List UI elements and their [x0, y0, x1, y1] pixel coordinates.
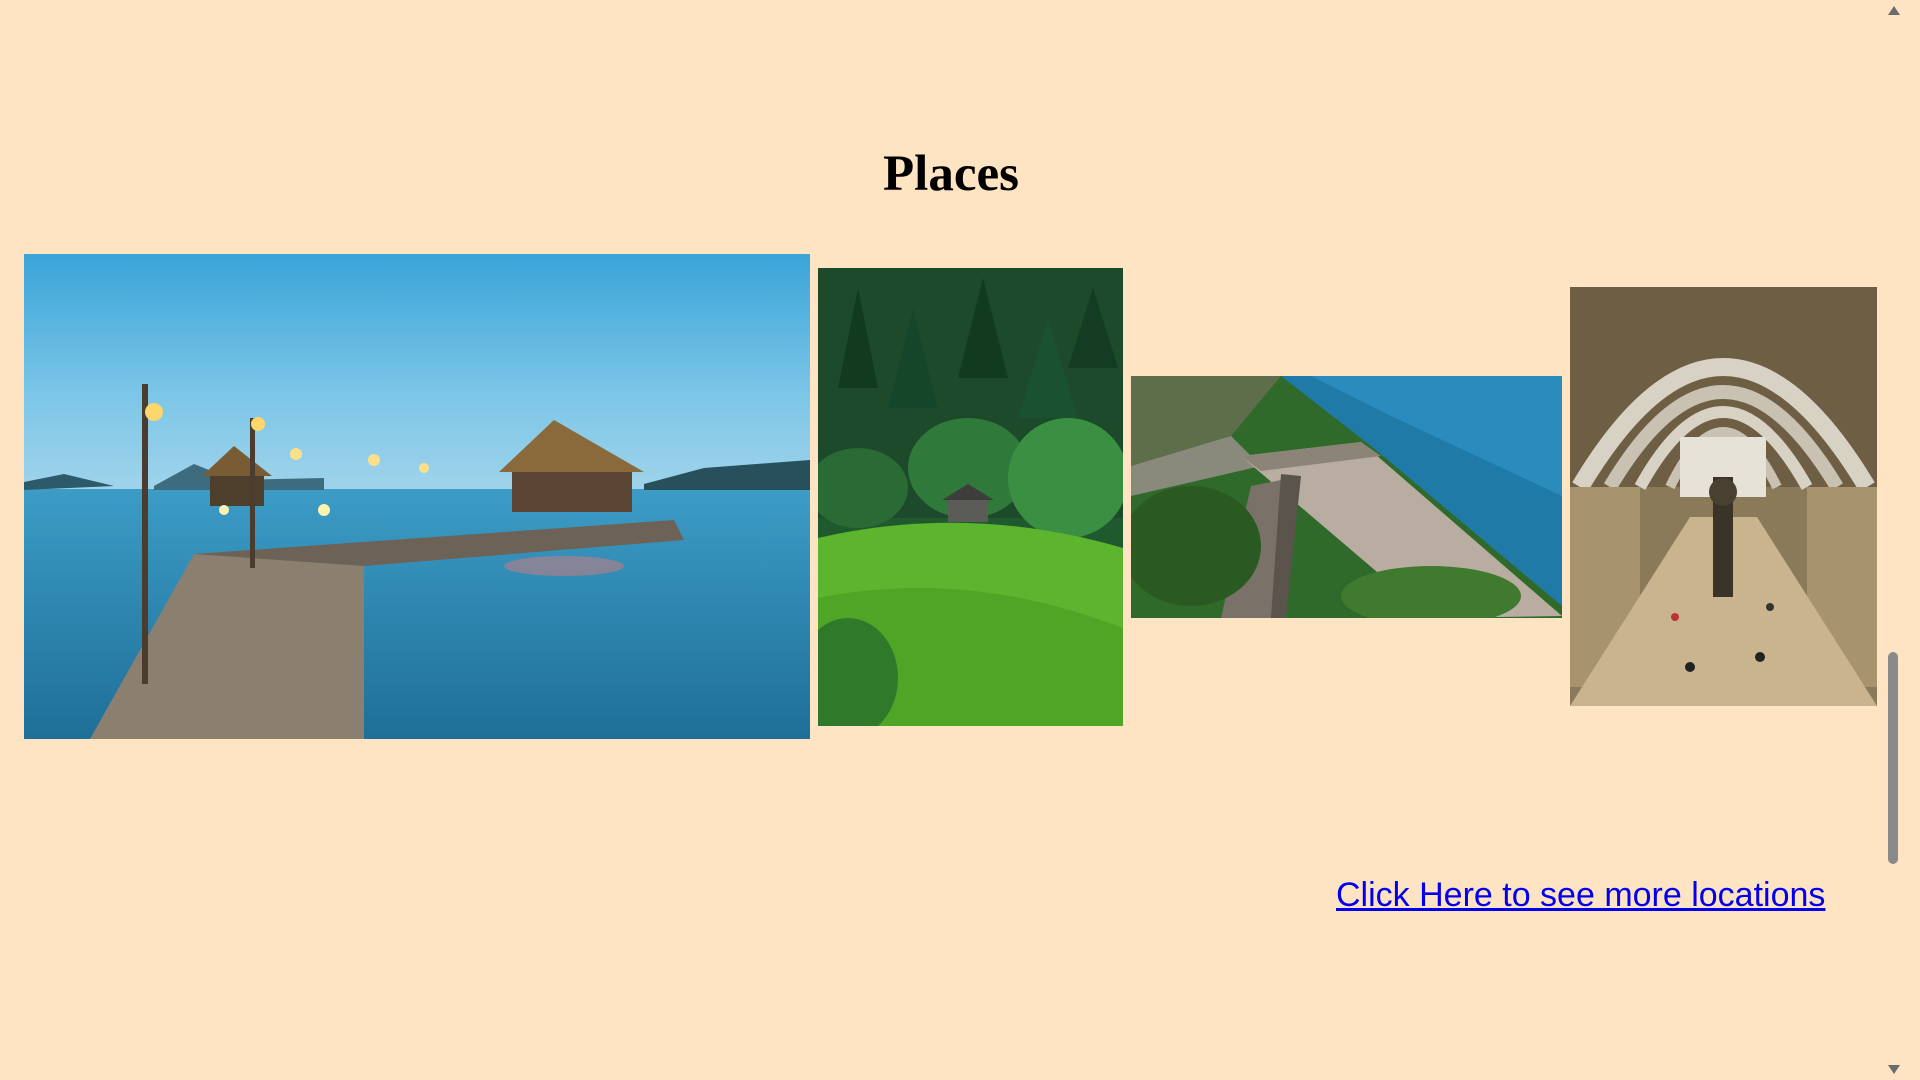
vertical-scrollbar[interactable]: [1884, 0, 1902, 1080]
page-title: Places: [883, 146, 1019, 202]
museum-hall-image: [1570, 287, 1877, 706]
scroll-up-icon[interactable]: [1888, 6, 1900, 15]
scroll-down-icon[interactable]: [1888, 1065, 1900, 1074]
dam-image: [1131, 376, 1562, 618]
pier-image: [24, 254, 810, 739]
scroll-thumb[interactable]: [1888, 652, 1898, 864]
forest-cabin-image: [818, 268, 1123, 726]
more-locations-link[interactable]: Click Here to see more locations: [1336, 875, 1825, 915]
page: Places Click Here to see more locations: [0, 0, 1902, 1080]
